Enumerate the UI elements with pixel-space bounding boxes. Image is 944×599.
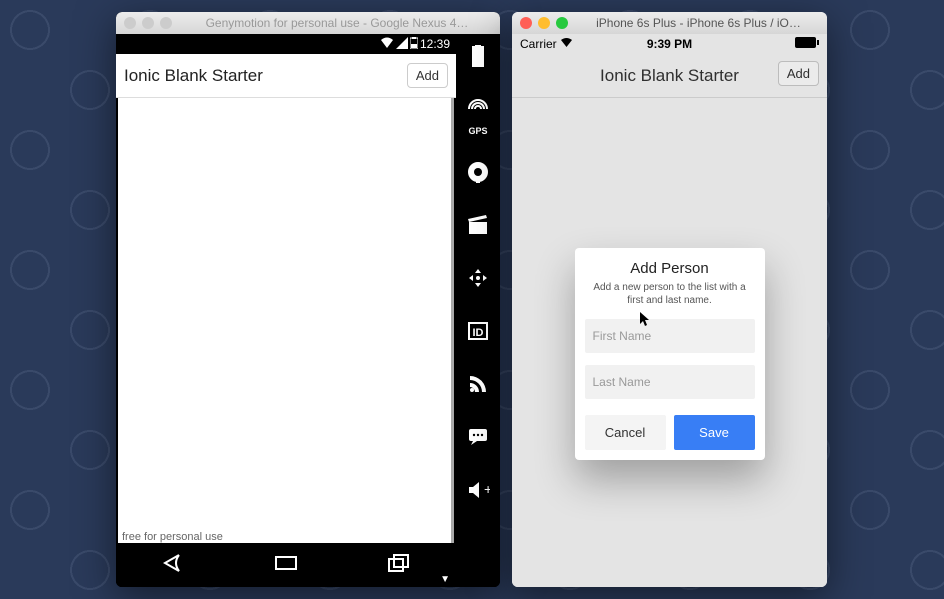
genymotion-sidebar: GPS ID + [456,34,500,587]
android-status-bar: 12:39 [116,34,456,54]
svg-text:ID: ID [473,327,484,339]
gps-label: GPS [466,126,490,136]
android-app-header: Ionic Blank Starter Add [116,54,456,98]
ios-simulator-window: iPhone 6s Plus - iPhone 6s Plus / iO… Ca… [512,12,827,587]
recent-apps-icon[interactable] [385,553,413,578]
add-person-dialog: Add Person Add a new person to the list … [575,248,765,460]
traffic-lights [124,17,172,29]
zoom-icon[interactable] [160,17,172,29]
first-name-input[interactable] [585,319,755,353]
android-content-area[interactable] [118,98,454,543]
clapper-tool-icon[interactable] [466,213,490,242]
gps-tool[interactable]: GPS [466,97,490,136]
minimize-icon[interactable] [538,17,550,29]
close-icon[interactable] [124,17,136,29]
android-nav-bar [116,543,456,587]
cancel-button[interactable]: Cancel [585,415,666,450]
ios-window-title: iPhone 6s Plus - iPhone 6s Plus / iO… [578,16,819,30]
signal-icon [396,37,408,52]
dialog-title: Add Person [585,260,755,277]
android-screen: 12:39 Ionic Blank Starter Add free for p… [116,34,456,587]
rss-tool-icon[interactable] [466,372,490,401]
remote-tool-icon[interactable] [466,266,490,295]
battery-icon [410,37,418,52]
close-icon[interactable] [520,17,532,29]
android-app-title: Ionic Blank Starter [124,66,263,86]
last-name-input[interactable] [585,365,755,399]
traffic-lights [520,17,568,29]
camera-tool-icon[interactable] [466,160,490,189]
wifi-icon [380,37,394,52]
genymotion-titlebar[interactable]: Genymotion for personal use - Google Nex… [116,12,500,34]
home-icon[interactable] [272,553,300,578]
save-button[interactable]: Save [674,415,755,450]
zoom-icon[interactable] [556,17,568,29]
android-clock: 12:39 [420,37,450,51]
battery-tool-icon[interactable] [466,44,490,73]
expand-icon[interactable]: ▼ [440,574,450,585]
volume-tool-icon[interactable]: + [466,478,490,507]
id-tool-icon[interactable]: ID [466,319,490,348]
svg-text:+: + [484,481,490,497]
minimize-icon[interactable] [142,17,154,29]
genymotion-watermark: free for personal use [122,531,223,543]
ios-titlebar[interactable]: iPhone 6s Plus - iPhone 6s Plus / iO… [512,12,827,34]
dialog-subtitle: Add a new person to the list with a firs… [585,281,755,307]
add-button[interactable]: Add [407,63,448,88]
back-icon[interactable] [159,553,187,578]
sms-tool-icon[interactable] [466,425,490,454]
genymotion-window-title: Genymotion for personal use - Google Nex… [182,16,492,30]
genymotion-window: Genymotion for personal use - Google Nex… [116,12,500,587]
